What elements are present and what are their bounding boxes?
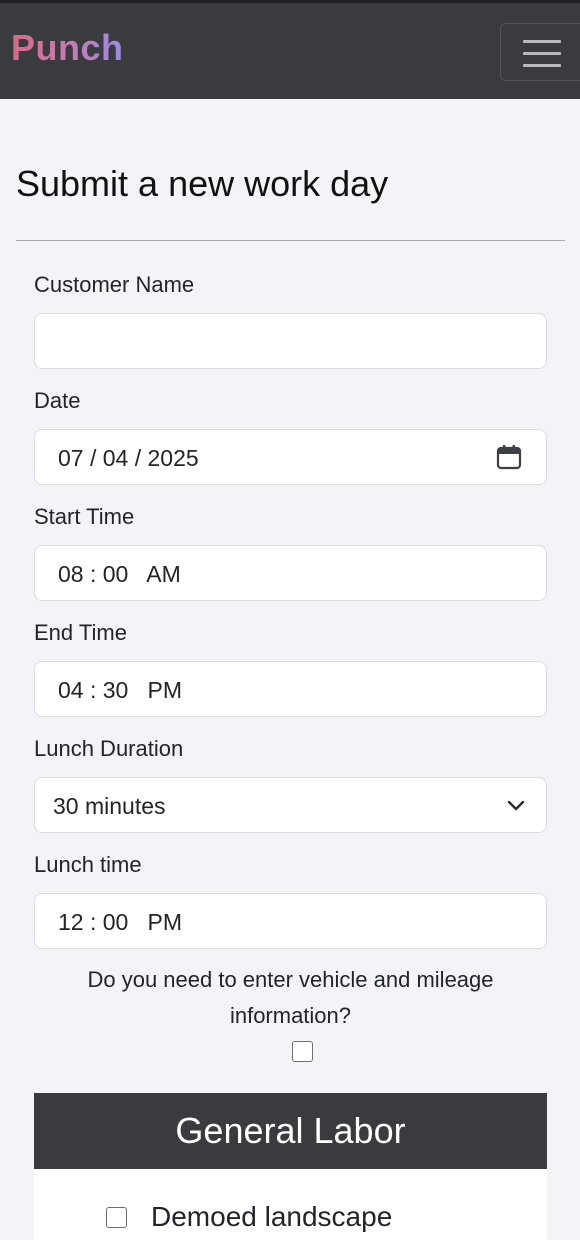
end-time-value: 04 : 30 PM: [58, 677, 183, 703]
hamburger-menu-icon: [523, 40, 561, 43]
lunch-time-input[interactable]: 12 : 00 PM: [34, 893, 547, 949]
start-time-value: 08 : 00 AM: [58, 561, 181, 587]
end-time-label: End Time: [34, 620, 127, 645]
brand-logo[interactable]: Punch: [11, 28, 124, 68]
date-label: Date: [34, 388, 81, 413]
lunch-time-label: Lunch time: [34, 852, 142, 877]
lunch-duration-value: 30 minutes: [53, 793, 166, 819]
vehicle-mileage-checkbox[interactable]: [292, 1041, 313, 1062]
hamburger-menu-icon-bar: [523, 64, 561, 67]
date-input[interactable]: 07 / 04 / 2025: [34, 429, 547, 485]
customer-name-input[interactable]: [34, 313, 547, 369]
chevron-down-icon: [507, 800, 525, 811]
demoed-landscape-label: Demoed landscape: [151, 1201, 393, 1232]
lunch-time-value: 12 : 00 PM: [58, 909, 183, 935]
demoed-landscape-checkbox[interactable]: [106, 1207, 127, 1228]
heading-divider: [16, 240, 565, 241]
start-time-input[interactable]: 08 : 00 AM: [34, 545, 547, 601]
vehicle-mileage-question: Do you need to enter vehicle and mileage…: [87, 967, 494, 1028]
hamburger-menu-icon-bar: [523, 52, 561, 55]
top-navbar: Punch: [0, 0, 580, 99]
navbar-toggle-button[interactable]: [500, 23, 580, 81]
lunch-duration-select[interactable]: 30 minutes: [34, 777, 547, 833]
general-labor-title: General Labor: [175, 1110, 406, 1151]
start-time-label: Start Time: [34, 504, 135, 529]
page-title: Submit a new work day: [16, 163, 389, 204]
calendar-icon[interactable]: [496, 444, 522, 470]
date-value: 07 / 04 / 2025: [58, 445, 199, 471]
customer-name-label: Customer Name: [34, 272, 195, 297]
end-time-input[interactable]: 04 : 30 PM: [34, 661, 547, 717]
lunch-duration-label: Lunch Duration: [34, 736, 184, 761]
general-labor-header: General Labor: [34, 1093, 547, 1169]
